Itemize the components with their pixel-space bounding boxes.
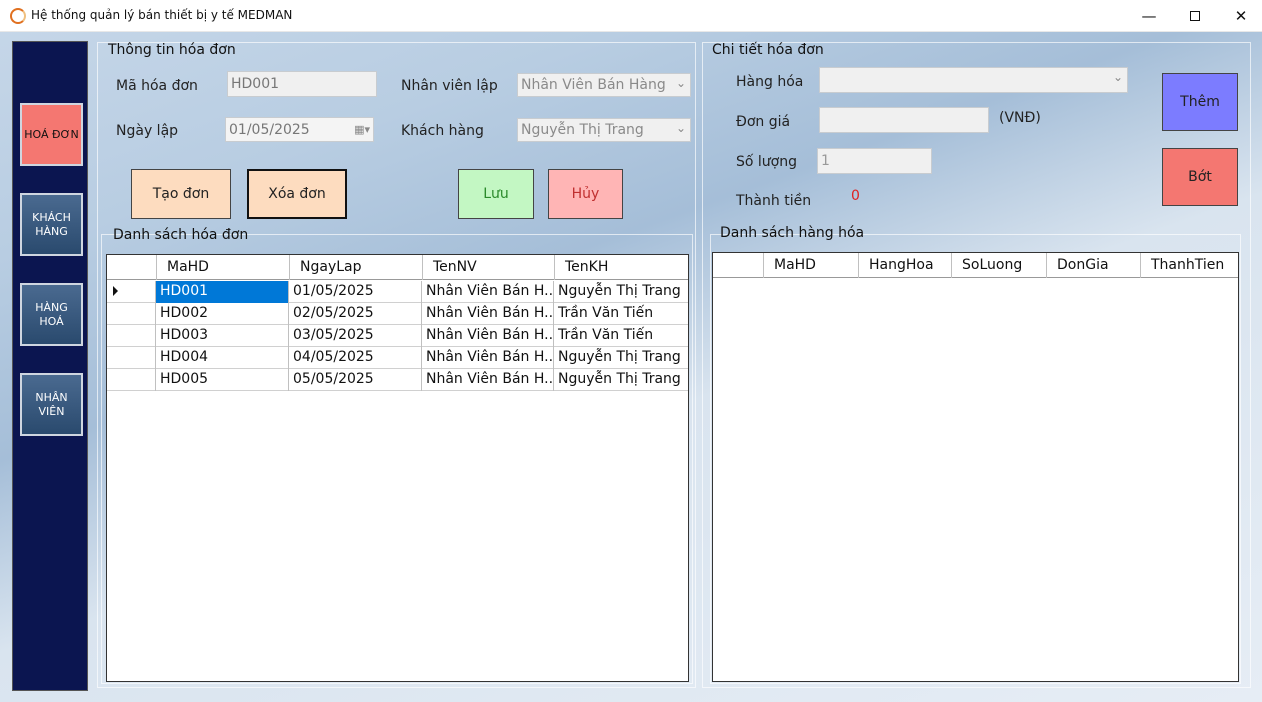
table-cell[interactable]: Nhân Viên Bán H...: [422, 369, 554, 391]
nav-khach-hang-button[interactable]: KHÁCH HÀNG: [20, 193, 83, 256]
ngay-lap-datepicker[interactable]: 01/05/2025 ▦▾: [225, 117, 374, 142]
table-cell[interactable]: 03/05/2025: [289, 325, 422, 347]
nav-nhan-vien-button[interactable]: NHÂN VIÊN: [20, 373, 83, 436]
table-row[interactable]: HD002 02/05/2025 Nhân Viên Bán H... Trần…: [107, 303, 688, 325]
window-title: Hệ thống quản lý bán thiết bị y tế MEDMA…: [31, 8, 293, 22]
table-row[interactable]: HD003 03/05/2025 Nhân Viên Bán H... Trần…: [107, 325, 688, 347]
app-icon: [10, 8, 26, 24]
don-gia-field[interactable]: [819, 107, 989, 133]
detail-title: Chi tiết hóa đơn: [712, 42, 824, 58]
luu-button[interactable]: Lưu: [458, 169, 534, 219]
nhan-vien-lap-select[interactable]: Nhân Viên Bán Hàng ⌄: [517, 73, 691, 97]
column-header[interactable]: MaHD: [764, 253, 859, 278]
column-header[interactable]: DonGia: [1047, 253, 1141, 278]
column-header[interactable]: TenNV: [423, 255, 555, 280]
item-grid-header: MaHD HangHoa SoLuong DonGia ThanhTien: [713, 253, 1238, 278]
column-header[interactable]: SoLuong: [952, 253, 1047, 278]
table-cell[interactable]: Nhân Viên Bán H...: [422, 325, 554, 347]
column-header[interactable]: HangHoa: [859, 253, 952, 278]
invoice-grid-header: MaHD NgayLap TenNV TenKH: [107, 255, 688, 280]
nav-hoa-don-button[interactable]: HOÁ ĐƠN: [20, 103, 83, 166]
ngay-lap-value: 01/05/2025: [229, 122, 310, 138]
maximize-icon: [1190, 11, 1200, 21]
table-row[interactable]: HD001 01/05/2025 Nhân Viên Bán H... Nguy…: [107, 281, 688, 303]
don-gia-label: Đơn giá: [736, 114, 791, 130]
table-cell[interactable]: HD003: [156, 325, 289, 347]
ma-hoa-don-field[interactable]: HD001: [227, 71, 377, 97]
khach-hang-select[interactable]: Nguyễn Thị Trang ⌄: [517, 118, 691, 142]
xoa-don-button[interactable]: Xóa đơn: [247, 169, 347, 219]
column-header[interactable]: MaHD: [157, 255, 290, 280]
hang-hoa-select[interactable]: ⌄: [819, 67, 1128, 93]
row-header[interactable]: [107, 347, 156, 369]
so-luong-label: Số lượng: [736, 154, 797, 170]
so-luong-field[interactable]: 1: [817, 148, 932, 174]
table-cell[interactable]: Nguyễn Thị Trang: [554, 369, 687, 391]
invoice-list-title: Danh sách hóa đơn: [113, 227, 249, 243]
table-cell[interactable]: 04/05/2025: [289, 347, 422, 369]
table-cell[interactable]: Nhân Viên Bán H...: [422, 303, 554, 325]
table-cell[interactable]: 05/05/2025: [289, 369, 422, 391]
table-cell[interactable]: Trần Văn Tiến: [554, 325, 687, 347]
nav-hang-hoa-button[interactable]: HÀNG HOÁ: [20, 283, 83, 346]
khach-hang-label: Khách hàng: [401, 123, 484, 139]
hang-hoa-label: Hàng hóa: [736, 74, 804, 90]
nhan-vien-lap-label: Nhân viên lập: [401, 78, 498, 94]
item-grid[interactable]: MaHD HangHoa SoLuong DonGia ThanhTien: [712, 252, 1239, 682]
ma-hoa-don-label: Mã hóa đơn: [116, 78, 198, 94]
table-cell[interactable]: 01/05/2025: [289, 281, 422, 303]
minimize-button[interactable]: —: [1126, 0, 1172, 32]
table-cell[interactable]: Nguyễn Thị Trang: [554, 347, 687, 369]
invoice-grid[interactable]: MaHD NgayLap TenNV TenKH HD001 01/05/202…: [106, 254, 689, 682]
table-cell[interactable]: 02/05/2025: [289, 303, 422, 325]
table-row[interactable]: HD005 05/05/2025 Nhân Viên Bán H... Nguy…: [107, 369, 688, 391]
them-button[interactable]: Thêm: [1162, 73, 1238, 131]
main-content: HOÁ ĐƠN KHÁCH HÀNG HÀNG HOÁ NHÂN VIÊN Th…: [0, 32, 1262, 702]
table-cell[interactable]: HD005: [156, 369, 289, 391]
row-header-corner: [713, 253, 764, 278]
huy-button[interactable]: Hủy: [548, 169, 623, 219]
table-cell[interactable]: Trần Văn Tiến: [554, 303, 687, 325]
minimize-icon: —: [1141, 7, 1157, 25]
table-cell[interactable]: Nguyễn Thị Trang: [554, 281, 687, 303]
title-bar: Hệ thống quản lý bán thiết bị y tế MEDMA…: [0, 0, 1262, 32]
row-header[interactable]: [107, 325, 156, 347]
bot-button[interactable]: Bớt: [1162, 148, 1238, 206]
tao-don-button[interactable]: Tạo đơn: [131, 169, 231, 219]
column-header[interactable]: ThanhTien: [1141, 253, 1238, 278]
chevron-down-icon: ⌄: [675, 76, 686, 90]
table-row[interactable]: HD004 04/05/2025 Nhân Viên Bán H... Nguy…: [107, 347, 688, 369]
khach-hang-value: Nguyễn Thị Trang: [521, 122, 644, 138]
table-cell[interactable]: HD001: [156, 281, 289, 303]
item-list-title: Danh sách hàng hóa: [720, 225, 865, 241]
thanh-tien-value: 0: [851, 188, 860, 204]
calendar-icon[interactable]: ▦▾: [354, 123, 370, 136]
row-header-corner: [107, 255, 157, 280]
close-button[interactable]: ✕: [1218, 0, 1262, 32]
row-header[interactable]: [107, 281, 156, 303]
column-header[interactable]: NgayLap: [290, 255, 423, 280]
invoice-info-title: Thông tin hóa đơn: [108, 42, 236, 58]
current-row-icon: [113, 286, 118, 296]
table-cell[interactable]: HD002: [156, 303, 289, 325]
currency-unit-label: (VNĐ): [999, 110, 1041, 126]
table-cell[interactable]: Nhân Viên Bán H...: [422, 347, 554, 369]
row-header[interactable]: [107, 369, 156, 391]
sidebar: HOÁ ĐƠN KHÁCH HÀNG HÀNG HOÁ NHÂN VIÊN: [12, 41, 88, 691]
row-header[interactable]: [107, 303, 156, 325]
table-cell[interactable]: HD004: [156, 347, 289, 369]
chevron-down-icon: ⌄: [675, 121, 686, 135]
column-header[interactable]: TenKH: [555, 255, 688, 280]
maximize-button[interactable]: [1172, 0, 1218, 32]
chevron-down-icon: ⌄: [1112, 70, 1123, 84]
nhan-vien-lap-value: Nhân Viên Bán Hàng: [521, 77, 666, 93]
table-cell[interactable]: Nhân Viên Bán H...: [422, 281, 554, 303]
ngay-lap-label: Ngày lập: [116, 123, 179, 139]
thanh-tien-label: Thành tiền: [736, 193, 812, 209]
close-icon: ✕: [1234, 7, 1248, 25]
